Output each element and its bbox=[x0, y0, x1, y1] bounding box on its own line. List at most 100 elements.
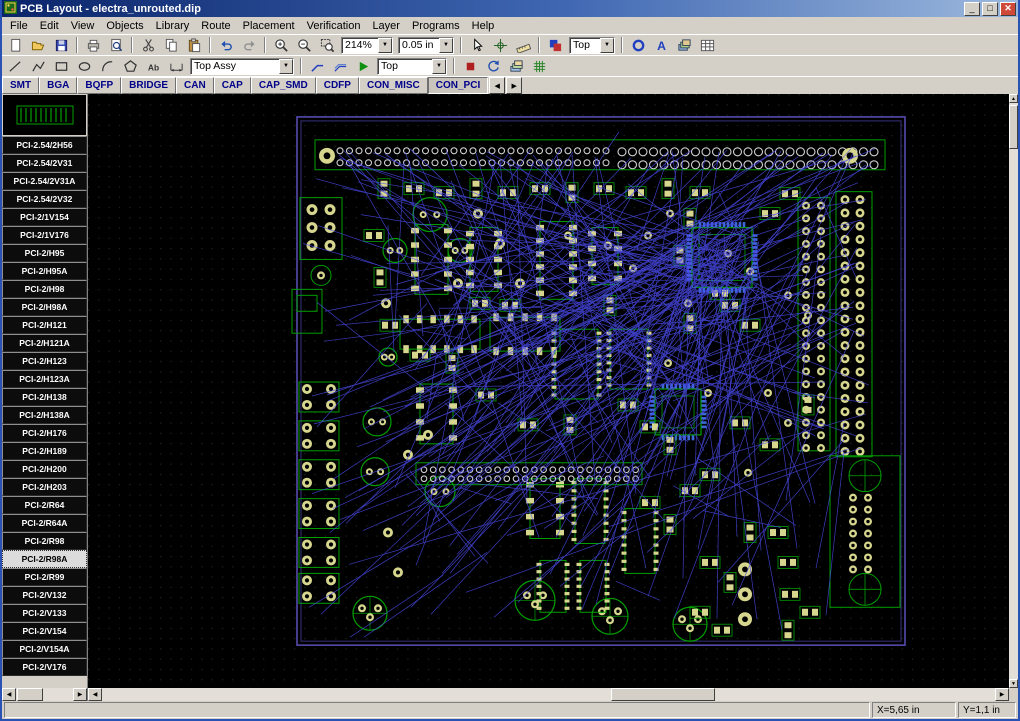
sidebar-item[interactable]: PCI-2/H121A bbox=[2, 334, 87, 352]
layers-button[interactable] bbox=[673, 36, 695, 55]
stop-button[interactable] bbox=[459, 57, 481, 76]
menu-verification[interactable]: Verification bbox=[301, 19, 367, 33]
line-button[interactable] bbox=[4, 57, 26, 76]
layer-colors-button[interactable] bbox=[544, 36, 566, 55]
tab-bqfp[interactable]: BQFP bbox=[77, 77, 122, 94]
sidebar-item[interactable]: PCI-2.54/2V31 bbox=[2, 154, 87, 172]
layer-stack-button[interactable] bbox=[505, 57, 527, 76]
vertical-scrollbar[interactable]: ▲ ▼ bbox=[1009, 94, 1018, 688]
cut-button[interactable] bbox=[137, 36, 159, 55]
sidebar-item[interactable]: PCI-2/H95A bbox=[2, 262, 87, 280]
assembly-combo-dropdown-icon[interactable]: ▼ bbox=[279, 58, 293, 74]
zoom-combo-dropdown-icon[interactable]: ▼ bbox=[378, 37, 392, 53]
menu-library[interactable]: Library bbox=[150, 19, 196, 33]
polygon-button[interactable] bbox=[119, 57, 141, 76]
menu-objects[interactable]: Objects bbox=[100, 19, 149, 33]
menu-help[interactable]: Help bbox=[466, 19, 501, 33]
tabs-scroll-left-button[interactable]: ◀ bbox=[489, 77, 506, 94]
sidebar-item[interactable]: PCI-2/H98 bbox=[2, 280, 87, 298]
tab-smt[interactable]: SMT bbox=[2, 77, 40, 94]
polyline-button[interactable] bbox=[27, 57, 49, 76]
via-button[interactable] bbox=[627, 36, 649, 55]
pcb-canvas[interactable] bbox=[88, 94, 1009, 688]
menu-programs[interactable]: Programs bbox=[406, 19, 466, 33]
copy-button[interactable] bbox=[160, 36, 182, 55]
maximize-button[interactable]: □ bbox=[982, 1, 998, 16]
dimension-button[interactable] bbox=[165, 57, 187, 76]
sidebar-item[interactable]: PCI-2/H176 bbox=[2, 424, 87, 442]
sidebar-item[interactable]: PCI-2/V133 bbox=[2, 604, 87, 622]
play-button[interactable] bbox=[352, 57, 374, 76]
sidebar-item[interactable]: PCI-2/H189 bbox=[2, 442, 87, 460]
close-button[interactable]: ✕ bbox=[1000, 1, 1016, 16]
sidebar-item[interactable]: PCI-2/1V154 bbox=[2, 208, 87, 226]
sidebar-item[interactable]: PCI-2/R98A bbox=[2, 550, 87, 568]
sidebar-item[interactable]: PCI-2.54/2V32 bbox=[2, 190, 87, 208]
minimize-button[interactable]: _ bbox=[964, 1, 980, 16]
tab-cdfp[interactable]: CDFP bbox=[315, 77, 359, 94]
menu-layer[interactable]: Layer bbox=[366, 19, 406, 33]
scroll-right-button[interactable]: ▶ bbox=[995, 688, 1009, 701]
sidebar-hscroll-track[interactable] bbox=[16, 688, 73, 701]
ellipse-button[interactable] bbox=[73, 57, 95, 76]
sidebar-item[interactable]: PCI-2.54/2V31A bbox=[2, 172, 87, 190]
scroll-down-button[interactable]: ▼ bbox=[1009, 679, 1018, 688]
cursor-button[interactable] bbox=[466, 36, 488, 55]
tabs-scroll-right-button[interactable]: ▶ bbox=[506, 77, 523, 94]
sidebar-item[interactable]: PCI-2/R98 bbox=[2, 532, 87, 550]
scroll-up-button[interactable]: ▲ bbox=[1009, 94, 1018, 103]
preview-button[interactable] bbox=[105, 36, 127, 55]
sidebar-item[interactable]: PCI-2/H98A bbox=[2, 298, 87, 316]
tab-cap_smd[interactable]: CAP_SMD bbox=[250, 77, 316, 94]
grid-step-combo-dropdown-icon[interactable]: ▼ bbox=[439, 37, 453, 53]
paste-button[interactable] bbox=[183, 36, 205, 55]
save-button[interactable] bbox=[50, 36, 72, 55]
update-button[interactable] bbox=[482, 57, 504, 76]
zoom-out-button[interactable] bbox=[293, 36, 315, 55]
sidebar-item[interactable]: PCI-2/H138 bbox=[2, 388, 87, 406]
sidebar-item[interactable]: PCI-2/H123A bbox=[2, 370, 87, 388]
new-button[interactable] bbox=[4, 36, 26, 55]
tab-con_pci[interactable]: CON_PCI bbox=[427, 77, 489, 94]
sidebar-item[interactable]: PCI-2.54/2H56 bbox=[2, 136, 87, 154]
tab-bga[interactable]: BGA bbox=[39, 77, 78, 94]
redo-button[interactable] bbox=[238, 36, 260, 55]
route-button[interactable] bbox=[306, 57, 328, 76]
sidebar-item[interactable]: PCI-2/V154 bbox=[2, 622, 87, 640]
text-abc-button[interactable]: Ab bbox=[142, 57, 164, 76]
horizontal-scrollbar[interactable]: ◀ ▶ bbox=[88, 688, 1009, 701]
measure-button[interactable] bbox=[512, 36, 534, 55]
sidebar-hscrollbar[interactable]: ◀ ▶ bbox=[2, 688, 88, 701]
sidebar-scroll-left-button[interactable]: ◀ bbox=[2, 688, 16, 701]
hscroll-track[interactable] bbox=[102, 688, 995, 701]
sidebar-item[interactable]: PCI-2/R64A bbox=[2, 514, 87, 532]
sidebar-hscroll-thumb[interactable] bbox=[17, 688, 43, 701]
menu-edit[interactable]: Edit bbox=[34, 19, 65, 33]
undo-button[interactable] bbox=[215, 36, 237, 55]
open-button[interactable] bbox=[27, 36, 49, 55]
sidebar-item[interactable]: PCI-2/1V176 bbox=[2, 226, 87, 244]
arc-button[interactable] bbox=[96, 57, 118, 76]
sidebar-item[interactable]: PCI-2/H203 bbox=[2, 478, 87, 496]
layer-combo-dropdown-icon[interactable]: ▼ bbox=[600, 37, 614, 53]
menu-placement[interactable]: Placement bbox=[237, 19, 301, 33]
text-button[interactable]: A bbox=[650, 36, 672, 55]
print-button[interactable] bbox=[82, 36, 104, 55]
zoom-in-button[interactable] bbox=[270, 36, 292, 55]
rect-button[interactable] bbox=[50, 57, 72, 76]
tab-can[interactable]: CAN bbox=[176, 77, 214, 94]
menu-file[interactable]: File bbox=[4, 19, 34, 33]
route-bus-button[interactable] bbox=[329, 57, 351, 76]
sidebar-item[interactable]: PCI-2/R64 bbox=[2, 496, 87, 514]
sidebar-item[interactable]: PCI-2/H121 bbox=[2, 316, 87, 334]
assembly-combo[interactable]: Top Assy ▼ bbox=[190, 57, 294, 75]
grid-step-combo[interactable]: 0.05 in ▼ bbox=[398, 36, 454, 54]
tab-con_misc[interactable]: CON_MISC bbox=[358, 77, 428, 94]
sidebar-item[interactable]: PCI-2/H138A bbox=[2, 406, 87, 424]
scroll-left-button[interactable]: ◀ bbox=[88, 688, 102, 701]
draw-layer-combo[interactable]: Top ▼ bbox=[377, 57, 447, 75]
sidebar-item[interactable]: PCI-2/H95 bbox=[2, 244, 87, 262]
hscroll-thumb[interactable] bbox=[611, 688, 715, 701]
table-button[interactable] bbox=[696, 36, 718, 55]
grid-table-button[interactable] bbox=[528, 57, 550, 76]
